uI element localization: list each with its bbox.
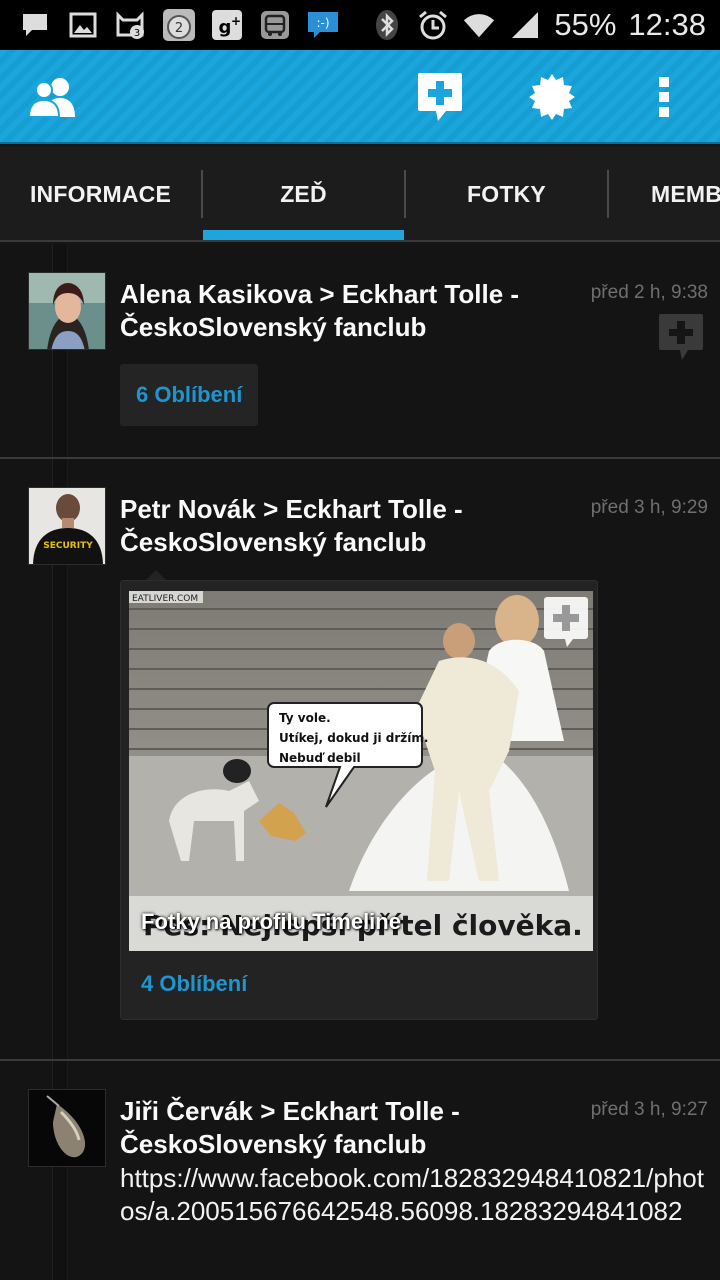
post-link-text[interactable]: https://www.facebook.com/182832948410821… [120,1162,710,1228]
tab-zed[interactable]: ZEĎ [203,146,404,240]
svg-text:SECURITY: SECURITY [43,541,93,551]
signal-icon [508,8,542,42]
wifi-icon [462,8,496,42]
post-photo[interactable]: Ty vole. Utíkej, dokud ji držím. Nebuď d… [129,591,593,951]
action-bar [0,50,720,144]
svg-text:g: g [219,17,232,38]
clock: 12:38 [628,7,706,42]
battery-percent: 55% [554,7,617,42]
tab-fotky[interactable]: FOTKY [406,146,607,240]
google-plus-icon: g + [210,8,244,42]
comment-add-icon[interactable] [658,312,704,360]
post-author[interactable]: Alena Kasikova > Eckhart Tolle - ČeskoSl… [120,278,570,344]
post-author[interactable]: Petr Novák > Eckhart Tolle - ČeskoSloven… [120,493,570,559]
cat-notification-3-icon: 3 [114,8,148,42]
avatar[interactable]: SECURITY [28,487,106,565]
post-time: před 3 h, 9:29 [590,497,708,518]
photo-card[interactable]: Ty vole. Utíkej, dokud ji držím. Nebuď d… [120,580,598,1020]
tab-bar: INFORMACE ZEĎ FOTKY MEMB [0,146,720,242]
likes-count[interactable]: 6 Oblíbení [120,364,259,426]
badge-icon[interactable] [512,50,592,144]
wall-feed[interactable]: Alena Kasikova > Eckhart Tolle - ČeskoSl… [0,244,720,1280]
post-time: před 3 h, 9:27 [590,1099,708,1120]
bubble-line: Nebuď debil [279,751,361,765]
status-bar: 3 2 g + :-) 55% 12:38 [0,0,720,50]
selected-tab-indicator [203,230,404,240]
card-pointer [146,570,166,580]
svg-text:3: 3 [134,28,140,39]
avatar[interactable] [28,1089,106,1167]
post-time: před 2 h, 9:38 [590,282,708,303]
likes-count[interactable]: 4 Oblíbení [141,971,247,997]
svg-text:2: 2 [175,21,183,36]
tab-members[interactable]: MEMB [609,146,720,240]
gallery-icon [66,8,100,42]
wall-post: Alena Kasikova > Eckhart Tolle - ČeskoSl… [0,244,720,459]
group-icon[interactable] [10,50,96,144]
bubble-line: Ty vole. [279,711,331,725]
overflow-menu-icon[interactable] [636,50,692,144]
svg-text::-): :-) [316,16,329,30]
bubble-line: Utíkej, dokud ji držím. [279,731,428,745]
message-icon [18,8,52,42]
tab-informace[interactable]: INFORMACE [0,146,201,240]
timer-2-icon: 2 [162,8,196,42]
svg-text:+: + [231,14,241,28]
photo-caption[interactable]: Fotky na profilu Timeline [141,909,401,935]
avatar[interactable] [28,272,106,350]
add-post-icon [418,73,462,121]
bus-icon [258,8,292,42]
alarm-icon [416,8,450,42]
watermark: EATLIVER.COM [132,594,198,604]
bluetooth-icon [370,8,404,42]
add-post-button[interactable] [400,50,480,144]
chat-bubble-icon: :-) [306,8,340,42]
post-author[interactable]: Jiři Červák > Eckhart Tolle - ČeskoSlove… [120,1095,570,1161]
